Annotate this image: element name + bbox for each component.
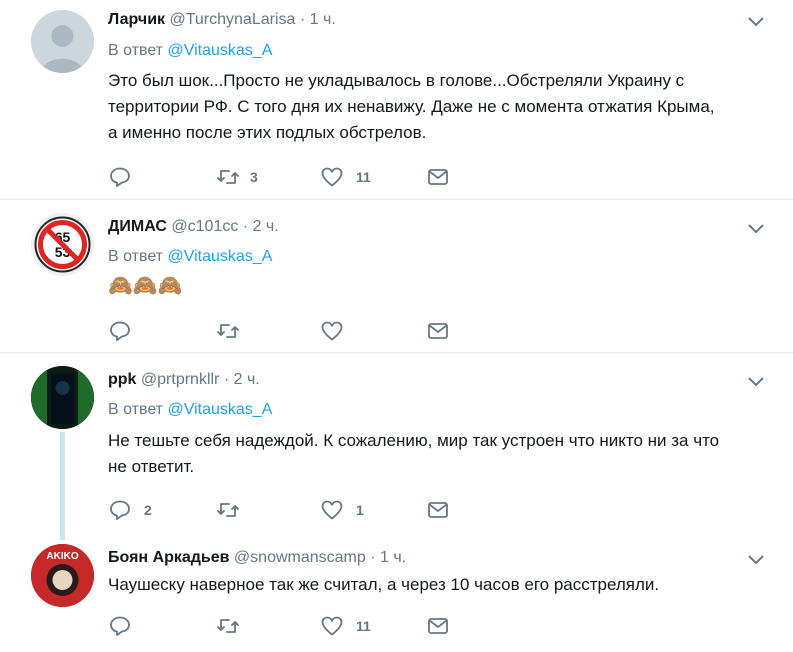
tweet-text-line: а именно после этих подлых обстрелов. — [108, 123, 427, 142]
tweet-text: Не тешьте себя надеждой. К сожалению, ми… — [108, 428, 748, 480]
tweet-text: Это был шок...Просто не укладывалось в г… — [108, 68, 748, 146]
tweet-text-line: не ответит. — [108, 457, 195, 476]
chevron-down-icon[interactable] — [747, 14, 765, 28]
user-handle[interactable]: @prtprnkllr — [141, 371, 219, 388]
retweet-button[interactable]: 3 — [216, 165, 258, 189]
separator-dot: · — [299, 11, 306, 28]
reply-button[interactable] — [108, 319, 132, 343]
avatar[interactable]: 65 53 — [31, 213, 94, 276]
separator-dot: · — [370, 549, 376, 566]
retweet-button[interactable] — [216, 319, 240, 343]
profile-photo-icon: AKIKO — [31, 544, 94, 607]
tweet-text: Чаушеску наверное так же считал, а через… — [108, 572, 748, 598]
avatar[interactable]: AKIKO — [31, 544, 94, 607]
tweet-text-line: Чаушеску наверное так же считал, а через… — [108, 575, 660, 594]
retweet-button[interactable] — [216, 614, 240, 638]
user-handle[interactable]: @TurchynaLarisa — [169, 11, 295, 28]
envelope-icon — [428, 323, 448, 339]
thread-connector — [60, 432, 65, 540]
reply-icon — [110, 500, 130, 520]
reply-button[interactable]: 2 — [108, 498, 152, 522]
direct-message-button[interactable] — [426, 614, 450, 638]
reply-to-link[interactable]: @Vitauskas_A — [167, 42, 272, 59]
like-count: 11 — [356, 618, 371, 634]
like-count: 1 — [356, 502, 364, 518]
default-avatar-icon — [31, 10, 94, 73]
profile-photo-icon — [31, 366, 94, 429]
like-button[interactable]: 11 — [320, 165, 371, 189]
reply-icon — [110, 321, 130, 341]
tweet-text-line: Это был шок...Просто не укладывалось в г… — [108, 71, 685, 90]
chevron-down-icon[interactable] — [747, 374, 765, 388]
tweet-header: ppk @prtprnkllr · 2 ч. — [108, 370, 260, 390]
prohibition-sign-icon: 65 53 — [31, 213, 94, 276]
reply-button[interactable] — [108, 165, 132, 189]
envelope-icon — [428, 169, 448, 185]
tweet-actions: 11 — [108, 614, 748, 638]
tweet-header: Боян Аркадьев @snowmanscamp · 1 ч. — [108, 548, 406, 568]
user-handle[interactable]: @c101cc — [171, 218, 238, 235]
heart-icon — [321, 321, 343, 341]
user-name[interactable]: Ларчик — [108, 11, 165, 28]
tweet[interactable]: 65 53 ДИМАС @c101cc · 2 ч. В ответ @Vita… — [0, 201, 793, 353]
timestamp[interactable]: 1 ч. — [380, 549, 406, 566]
tweet-actions: 3 11 — [108, 165, 748, 189]
retweet-icon — [217, 619, 239, 633]
direct-message-button[interactable] — [426, 165, 450, 189]
avatar-caption: AKIKO — [46, 551, 78, 562]
reply-to-link[interactable]: @Vitauskas_A — [167, 248, 272, 265]
timestamp[interactable]: 2 ч. — [253, 218, 279, 235]
reply-context: В ответ @Vitauskas_A — [108, 41, 272, 61]
separator-dot: · — [223, 371, 230, 388]
direct-message-button[interactable] — [426, 498, 450, 522]
tweet-text-line: Не тешьте себя надеждой. К сожалению, ми… — [108, 431, 720, 450]
tweet-header: Ларчик @TurchynaLarisa · 1 ч. — [108, 10, 336, 30]
reply-icon — [110, 616, 130, 636]
avatar[interactable] — [31, 10, 94, 73]
avatar[interactable] — [31, 366, 94, 429]
tweet-emoji: 🙈🙈🙈 — [108, 275, 183, 297]
reply-button[interactable] — [108, 614, 132, 638]
reply-count: 2 — [144, 502, 152, 518]
user-name[interactable]: Боян Аркадьев — [108, 549, 229, 566]
heart-icon — [321, 616, 343, 636]
like-button[interactable] — [320, 319, 344, 343]
user-handle[interactable]: @snowmanscamp — [234, 549, 366, 566]
like-button[interactable]: 1 — [320, 498, 364, 522]
reply-prefix: В ответ — [108, 42, 164, 59]
retweet-icon — [217, 324, 239, 338]
reply-context: В ответ @Vitauskas_A — [108, 247, 272, 267]
timestamp[interactable]: 1 ч. — [310, 11, 336, 28]
retweet-button[interactable] — [216, 498, 240, 522]
reply-icon — [110, 167, 130, 187]
tweet-header: ДИМАС @c101cc · 2 ч. — [108, 217, 279, 237]
like-count: 11 — [356, 169, 371, 185]
timestamp[interactable]: 2 ч. — [234, 371, 260, 388]
reply-prefix: В ответ — [108, 248, 164, 265]
retweet-count: 3 — [250, 169, 258, 185]
heart-icon — [321, 500, 343, 520]
tweet[interactable]: ppk @prtprnkllr · 2 ч. В ответ @Vitauska… — [0, 354, 793, 534]
like-button[interactable]: 11 — [320, 614, 371, 638]
reply-to-link[interactable]: @Vitauskas_A — [167, 401, 272, 418]
heart-icon — [321, 167, 343, 187]
tweet-text-line: территории РФ. С того дня их ненавижу. Д… — [108, 97, 715, 116]
user-name[interactable]: ppk — [108, 371, 136, 388]
chevron-down-icon[interactable] — [747, 552, 765, 566]
retweet-icon — [217, 503, 239, 517]
tweet[interactable]: AKIKO Боян Аркадьев @snowmanscamp · 1 ч.… — [0, 534, 793, 652]
envelope-icon — [428, 502, 448, 518]
tweet-actions: 2 1 — [108, 498, 748, 522]
direct-message-button[interactable] — [426, 319, 450, 343]
separator-dot: · — [242, 218, 249, 235]
envelope-icon — [428, 618, 448, 634]
user-name[interactable]: ДИМАС — [108, 218, 167, 235]
reply-context: В ответ @Vitauskas_A — [108, 400, 272, 420]
tweet[interactable]: Ларчик @TurchynaLarisa · 1 ч. В ответ @V… — [0, 0, 793, 200]
tweet-actions — [108, 319, 748, 343]
retweet-icon — [217, 170, 239, 184]
reply-prefix: В ответ — [108, 401, 164, 418]
chevron-down-icon[interactable] — [747, 221, 765, 235]
